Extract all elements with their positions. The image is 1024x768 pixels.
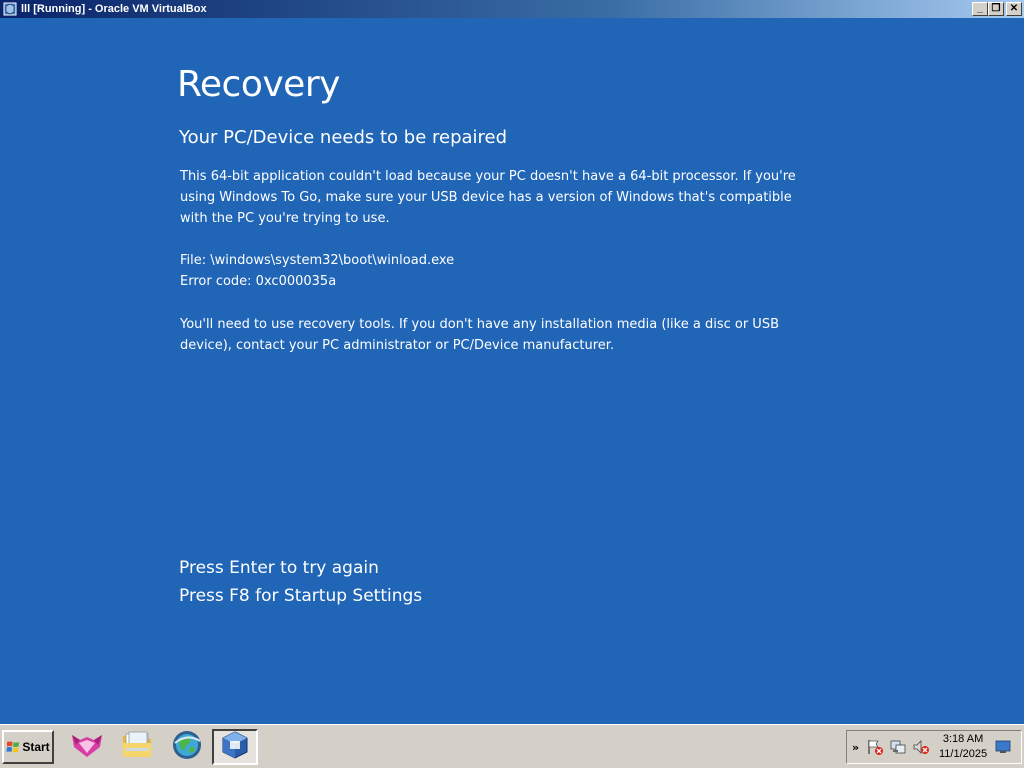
virtualbox-icon (220, 730, 250, 764)
recovery-screen: Recovery Your PC/Device needs to be repa… (0, 18, 1024, 724)
start-label: Start (22, 740, 50, 754)
recovery-subheading: Your PC/Device needs to be repaired (179, 127, 508, 148)
virtualbox-window: lll [Running] - Oracle VM VirtualBox _ ❐… (0, 0, 1024, 768)
taskbar: Start » 3:18 AM 11/1/2025 (0, 724, 1024, 768)
minimize-button[interactable]: _ (972, 2, 988, 16)
taskbar-clock[interactable]: 3:18 AM 11/1/2025 (939, 732, 987, 762)
system-tray: » 3:18 AM 11/1/2025 (846, 730, 1022, 764)
enter-prompt: Press Enter to try again (179, 558, 379, 578)
start-button[interactable]: Start (2, 730, 54, 764)
clock-date: 11/1/2025 (939, 748, 988, 760)
close-button[interactable]: ✕ (1006, 2, 1022, 16)
window-controls: _ ❐ ✕ (972, 2, 1022, 16)
file-path: File: \windows\system32\boot\winload.exe (180, 253, 455, 268)
cat-app-icon (70, 731, 104, 763)
window-title: lll [Running] - Oracle VM VirtualBox (21, 3, 207, 15)
error-message-line: with the PC you're trying to use. (180, 211, 390, 226)
restore-button[interactable]: ❐ (988, 2, 1004, 16)
window-titlebar[interactable]: lll [Running] - Oracle VM VirtualBox _ ❐… (0, 0, 1024, 18)
file-explorer-button[interactable] (114, 729, 160, 765)
show-desktop-icon[interactable] (995, 740, 1011, 754)
action-center-flag-icon[interactable] (865, 737, 885, 757)
clock-time: 3:18 AM (942, 733, 984, 745)
virtualbox-taskbar-button[interactable] (212, 729, 258, 765)
error-message-line: using Windows To Go, make sure your USB … (180, 190, 792, 205)
network-icon[interactable] (888, 737, 908, 757)
browser-globe-icon (170, 729, 204, 765)
tools-message-line: device), contact your PC administrator o… (180, 338, 615, 353)
f8-prompt: Press F8 for Startup Settings (179, 586, 423, 606)
volume-muted-icon[interactable] (911, 737, 931, 757)
file-explorer-icon (120, 730, 154, 764)
windows-flag-icon (6, 740, 20, 754)
recovery-tools-message: You'll need to use recovery tools. If yo… (180, 314, 790, 356)
cat-app-button[interactable] (64, 729, 110, 765)
error-message: This 64-bit application couldn't load be… (180, 166, 796, 229)
tools-message-line: You'll need to use recovery tools. If yo… (180, 317, 779, 332)
error-message-line: This 64-bit application couldn't load be… (180, 169, 796, 184)
browser-button[interactable] (164, 729, 210, 765)
recovery-heading: Recovery (177, 64, 340, 105)
error-details: File: \windows\system32\boot\winload.exe… (180, 250, 790, 292)
virtualbox-app-icon (2, 1, 18, 17)
tray-expand-button[interactable]: » (852, 741, 862, 754)
error-code: Error code: 0xc000035a (180, 274, 337, 289)
